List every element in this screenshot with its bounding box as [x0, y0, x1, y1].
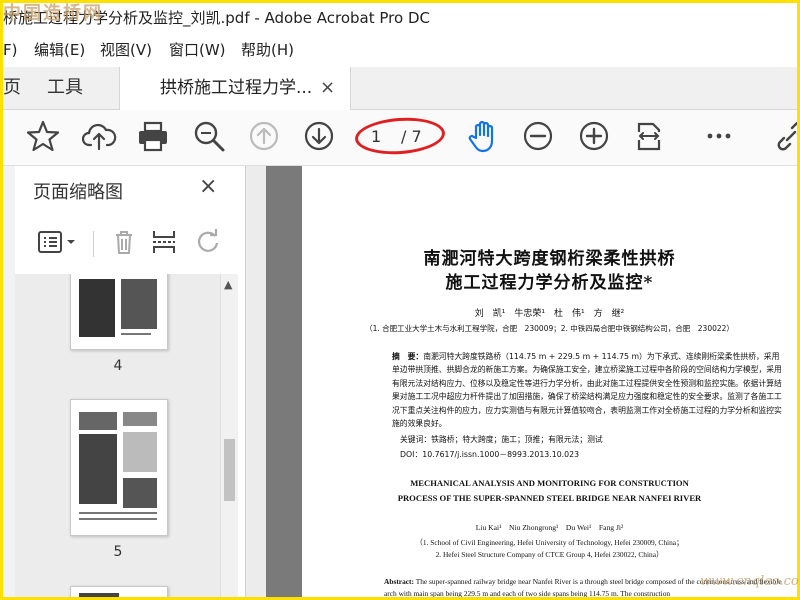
document-page[interactable]: 南淝河特大跨度钢桁梁柔性拱桥 施工过程力学分析及监控* 刘 凯¹ 牛忠荣¹ 杜 … — [302, 166, 797, 597]
fit-page-icon[interactable] — [631, 118, 667, 154]
panel-divider — [93, 231, 94, 257]
options-menu-icon[interactable] — [37, 227, 81, 257]
panel-close-button[interactable]: × — [199, 174, 217, 199]
document-background — [266, 166, 302, 597]
doc-en-authors: Liu Kai¹ Niu Zhongrong¹ Du Wei¹ Fang Ji² — [475, 523, 624, 532]
cloud-upload-icon[interactable] — [81, 118, 117, 154]
thumbnail-list[interactable]: 4 5 — [15, 274, 220, 597]
thumbnail-page-4[interactable] — [70, 274, 168, 350]
insert-pages-icon[interactable] — [149, 227, 179, 257]
doc-title-line2: 施工过程力学分析及监控* — [445, 273, 654, 293]
star-icon[interactable] — [25, 118, 61, 154]
doc-keywords: 关键词：铁路桥；特大跨度；施工；顶推；有限元法；测试 — [400, 435, 603, 444]
panel-toolbar — [15, 221, 245, 265]
watermark-bottom: www.cnqlao.com — [700, 574, 800, 589]
more-icon[interactable] — [701, 118, 737, 154]
watermark-top: 中国造桥网 — [3, 3, 103, 24]
link-icon[interactable] — [773, 118, 797, 154]
page-up-icon[interactable] — [246, 118, 282, 154]
zoom-in-icon[interactable] — [576, 118, 612, 154]
page-down-icon[interactable] — [301, 118, 337, 154]
tab-close-button[interactable]: × — [320, 67, 335, 109]
scrollbar-thumb[interactable] — [224, 439, 235, 501]
red-annotation-circle — [353, 114, 447, 158]
doc-en-affiliation-1: （1. School of Civil Engineering, Hefei U… — [415, 538, 684, 547]
doc-authors: 刘 凯¹ 牛忠荣¹ 杜 伟¹ 方 继² — [474, 309, 625, 319]
doc-abstract: 摘 要：南淝河特大跨度铁路桥（114.75 m + 229.5 m + 114.… — [392, 350, 782, 430]
scroll-up-icon[interactable]: ▲ — [224, 278, 232, 291]
menu-file[interactable]: F) — [3, 37, 17, 63]
thumbnail-number: 4 — [113, 358, 123, 374]
menu-view[interactable]: 视图(V) — [100, 37, 152, 63]
doc-en-title-line2: PROCESS OF THE SUPER-SPANNED STEEL BRIDG… — [397, 493, 702, 503]
zoom-out-icon[interactable] — [520, 118, 556, 154]
thumbnail-page-5[interactable] — [70, 399, 168, 536]
main-toolbar: 1 / 7 — [3, 110, 797, 166]
panel-title: 页面缩略图 — [33, 182, 123, 203]
tab-home[interactable]: 页 — [3, 67, 21, 109]
doc-affiliation: （1. 合肥工业大学土木与水利工程学院，合肥 230009；2. 中铁四局合肥中… — [365, 324, 734, 333]
tab-document[interactable]: 拱桥施工过程力学... × — [119, 67, 351, 110]
page-number-box[interactable]: 1 / 7 — [353, 114, 447, 158]
thumbnail-page-6[interactable] — [70, 586, 168, 597]
rotate-icon[interactable] — [193, 227, 223, 257]
tab-bar: 页 工具 拱桥施工过程力学... × — [3, 67, 797, 110]
menu-window[interactable]: 窗口(W) — [169, 37, 226, 63]
menu-help[interactable]: 帮助(H) — [241, 37, 294, 63]
trash-icon[interactable] — [109, 227, 139, 257]
abstract-label: 摘 要： — [392, 352, 424, 361]
thumbnail-scrollbar[interactable]: ▲ — [220, 274, 238, 597]
menu-bar: F) 编辑(E) 视图(V) 窗口(W) 帮助(H) — [3, 37, 797, 63]
thumbnail-number: 5 — [113, 544, 123, 560]
page-thumbnails-panel: 页面缩略图 × 4 5 ▲ — [15, 166, 245, 597]
print-icon[interactable] — [135, 118, 171, 154]
hand-tool-icon[interactable] — [465, 118, 501, 154]
menu-edit[interactable]: 编辑(E) — [34, 37, 85, 63]
doc-title-line1: 南淝河特大跨度钢桁梁柔性拱桥 — [423, 249, 676, 269]
title-bar: 桥施工过程力学分析及监控_刘凯.pdf - Adobe Acrobat Pro … — [3, 3, 797, 33]
tab-document-label: 拱桥施工过程力学... — [160, 78, 313, 98]
acrobat-window: 桥施工过程力学分析及监控_刘凯.pdf - Adobe Acrobat Pro … — [3, 3, 797, 597]
en-abstract-label: Abstract: — [384, 577, 414, 586]
panel-splitter[interactable] — [245, 166, 267, 597]
doc-en-title-line1: MECHANICAL ANALYSIS AND MONITORING FOR C… — [410, 478, 689, 488]
doc-doi: DOI：10.7617/j.issn.1000－8993.2013.10.023 — [400, 450, 580, 459]
zoom-search-icon[interactable] — [191, 118, 227, 154]
doc-en-affiliation-2: 2. Hefei Steel Structure Company of CTCE… — [435, 550, 664, 559]
abstract-text: 南淝河特大跨度铁路桥（114.75 m + 229.5 m + 114.75 m… — [392, 352, 782, 429]
tab-tools[interactable]: 工具 — [47, 67, 83, 109]
